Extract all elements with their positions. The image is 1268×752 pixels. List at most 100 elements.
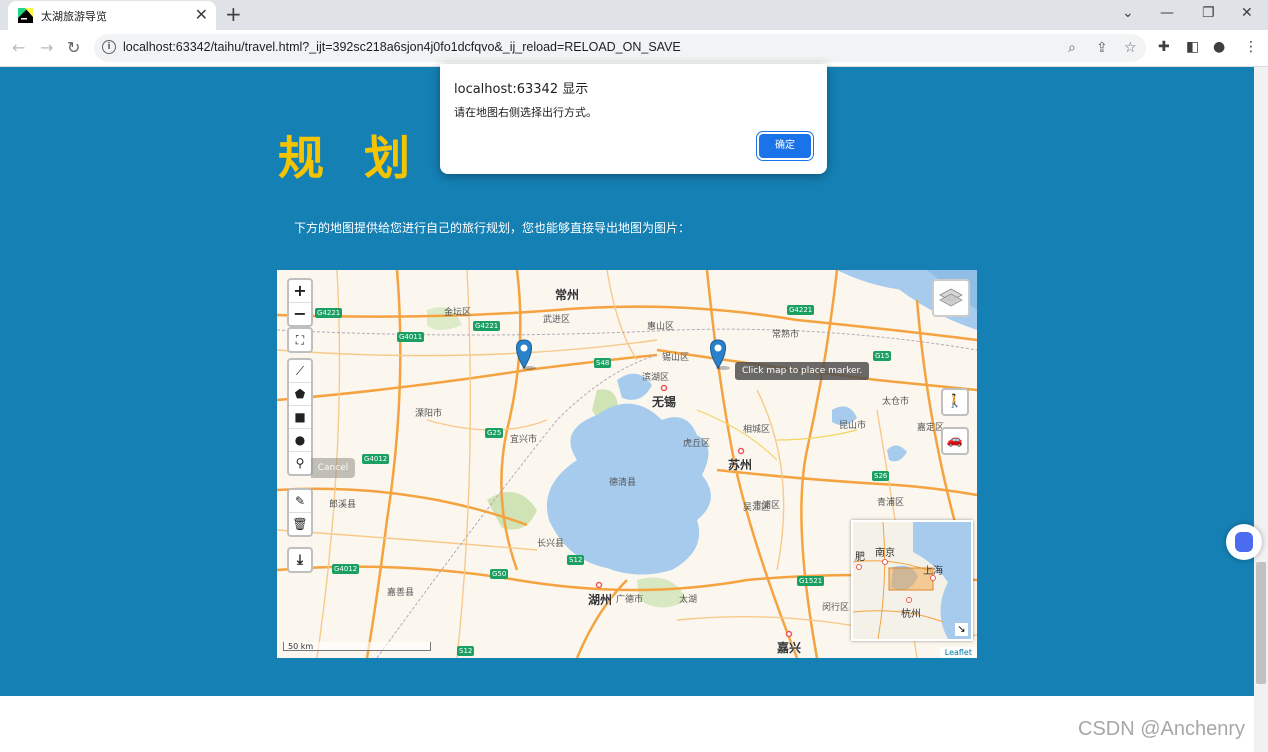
- draw-tooltip: Click map to place marker.: [735, 362, 870, 380]
- map-label: 滨湖区: [642, 373, 670, 383]
- profile-icon[interactable]: ●: [1213, 38, 1225, 56]
- city-label: 嘉兴: [777, 641, 802, 655]
- cancel-draw-button[interactable]: Cancel: [311, 458, 355, 478]
- leaflet-map[interactable]: 常州 无锡 苏州 湖州 嘉兴 金坛区 武进区 惠山区 常熟市 锡山区 滨湖区 溧…: [277, 270, 977, 658]
- city-label: 无锡: [652, 395, 677, 409]
- dialog-message: 请在地图右侧选择出行方式。: [454, 106, 597, 119]
- map-label: 太湖: [679, 595, 698, 605]
- ok-button[interactable]: 确定: [759, 134, 811, 158]
- minimap-label: 肥: [855, 552, 865, 563]
- delete-layers-icon[interactable]: 🗑: [289, 513, 311, 535]
- draw-polyline-icon[interactable]: ⟋: [289, 360, 311, 383]
- page-scrollbar[interactable]: [1254, 67, 1268, 752]
- minimap-label: 上海: [923, 566, 943, 577]
- tab-title: 太湖旅游导览: [41, 10, 107, 23]
- bookmark-star-icon[interactable]: ☆: [1124, 39, 1137, 57]
- dialog-title: localhost:63342 显示: [454, 82, 589, 97]
- highway-shield: G4012: [332, 564, 360, 574]
- map-label: 德清县: [609, 478, 637, 488]
- edit-layers-icon[interactable]: ✎: [289, 490, 311, 513]
- map-label: 武进区: [543, 315, 571, 325]
- export-control: ⤓: [287, 547, 313, 573]
- attribution-link[interactable]: Leaflet: [939, 647, 977, 658]
- city-label: 苏州: [728, 458, 753, 472]
- zoom-control: + −: [287, 278, 313, 327]
- highway-shield: S48: [594, 358, 612, 368]
- intro-text: 下方的地图提供给您进行自己的旅行规划，您也能够直接导出地图为图片：: [294, 221, 691, 235]
- page-title: 规 划: [278, 131, 423, 185]
- draw-toolbar: ⟋ ⬟ ■ ● ⚲: [287, 358, 313, 476]
- side-panel-icon[interactable]: ◧: [1186, 38, 1199, 56]
- back-button[interactable]: ←: [12, 38, 25, 58]
- map-label: 闵行区: [822, 603, 850, 613]
- scale-bar: 50 km: [283, 642, 431, 651]
- minimap-label: 杭州: [901, 609, 921, 620]
- city-label: 常州: [555, 288, 580, 302]
- browser-tab[interactable]: 太湖旅游导览 ✕: [8, 1, 216, 30]
- minimize-button[interactable]: —: [1160, 4, 1174, 22]
- address-bar[interactable]: i localhost:63342/taihu/travel.html?_ijt…: [94, 34, 1146, 62]
- map-label: 相城区: [743, 425, 771, 435]
- restore-button[interactable]: ❐: [1202, 4, 1215, 22]
- highway-shield: G15: [873, 351, 892, 361]
- highway-shield: G4221: [787, 305, 815, 315]
- highway-shield: G1521: [797, 576, 825, 586]
- map-label: 广德市: [616, 595, 644, 605]
- menu-icon[interactable]: ⋮: [1244, 38, 1258, 56]
- highway-shield: G4221: [473, 321, 501, 331]
- tab-search-icon[interactable]: ⌄: [1122, 4, 1134, 22]
- draw-polygon-icon[interactable]: ⬟: [289, 383, 311, 406]
- share-icon[interactable]: ⇪: [1096, 39, 1108, 57]
- fullscreen-control: ⛶: [287, 327, 313, 353]
- scrollbar-thumb[interactable]: [1256, 562, 1266, 684]
- tab-close-icon[interactable]: ✕: [195, 5, 208, 25]
- close-window-button[interactable]: ✕: [1241, 4, 1253, 22]
- site-info-icon[interactable]: i: [102, 40, 116, 54]
- minimap-label: 南京: [875, 548, 895, 559]
- highway-shield: G25: [485, 428, 504, 438]
- download-icon[interactable]: ⤓: [289, 549, 311, 571]
- city-label: 湖州: [588, 593, 613, 607]
- alert-dialog: localhost:63342 显示 请在地图右侧选择出行方式。 确定: [440, 64, 827, 174]
- forward-button[interactable]: →: [40, 38, 53, 58]
- fullscreen-icon[interactable]: ⛶: [289, 329, 311, 351]
- highway-shield: S26: [872, 471, 890, 481]
- draw-circle-icon[interactable]: ●: [289, 429, 311, 452]
- url-text[interactable]: localhost:63342/taihu/travel.html?_ijt=3…: [123, 40, 681, 54]
- map-label: 宜兴市: [510, 435, 538, 445]
- map-label: 虎丘区: [683, 439, 711, 449]
- draw-rectangle-icon[interactable]: ■: [289, 406, 311, 429]
- watermark: CSDN @Anchenry: [1078, 718, 1246, 740]
- zoom-in-button[interactable]: +: [289, 280, 311, 303]
- highway-shield: S12: [457, 646, 475, 656]
- draw-marker-icon[interactable]: ⚲: [289, 452, 311, 474]
- reload-button[interactable]: ↻: [67, 38, 80, 58]
- map-label: 惠山区: [647, 322, 675, 332]
- map-label: 常熟市: [772, 330, 800, 340]
- extensions-icon[interactable]: ✚: [1158, 38, 1170, 56]
- assistant-icon: [1235, 532, 1253, 552]
- minimap[interactable]: 南京 上海 杭州 肥 ↘: [851, 520, 973, 641]
- map-label: 吴江区: [743, 503, 771, 513]
- webstorm-icon: [18, 8, 33, 23]
- layers-control[interactable]: [932, 279, 970, 317]
- highway-shield: G4011: [397, 332, 425, 342]
- map-label: 锡山区: [662, 353, 690, 363]
- tab-strip: 太湖旅游导览 ✕ + ⌄ — ❐ ✕: [0, 0, 1268, 30]
- map-label: 嘉善县: [387, 588, 415, 598]
- browser-toolbar: ← → ↻ i localhost:63342/taihu/travel.htm…: [0, 30, 1268, 67]
- zoom-icon[interactable]: ⌕: [1068, 39, 1076, 57]
- map-label: 郎溪县: [329, 500, 357, 510]
- highway-shield: G4012: [362, 454, 390, 464]
- new-tab-button[interactable]: +: [225, 3, 242, 25]
- floating-assistant[interactable]: [1226, 524, 1262, 560]
- zoom-out-button[interactable]: −: [289, 303, 311, 325]
- map-label: 昆山市: [839, 421, 867, 431]
- map-label: 溧阳市: [415, 409, 443, 419]
- edit-toolbar: ✎ 🗑: [287, 488, 313, 537]
- map-label: 青浦区: [877, 498, 905, 508]
- walking-route-icon[interactable]: 🚶: [941, 388, 969, 416]
- minimap-toggle-icon[interactable]: ↘: [955, 623, 968, 636]
- driving-route-icon[interactable]: 🚗: [941, 427, 969, 455]
- highway-shield: G50: [490, 569, 509, 579]
